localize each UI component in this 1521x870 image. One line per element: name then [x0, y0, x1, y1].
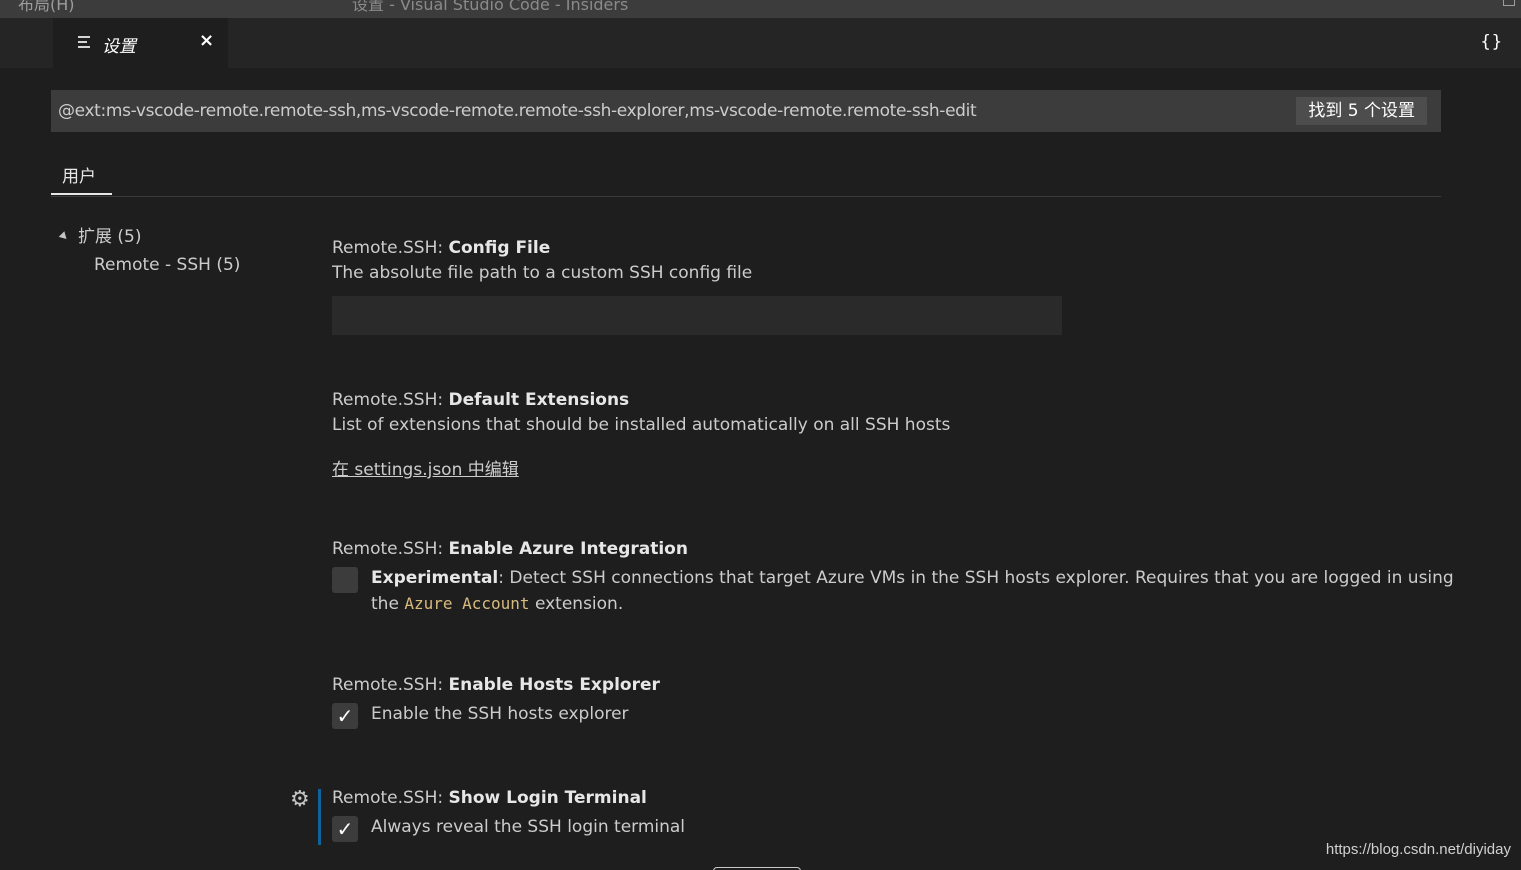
- toc-group-extensions[interactable]: 扩展 (5): [58, 222, 142, 247]
- description-text: : Detect SSH connections that target Azu…: [498, 568, 1454, 588]
- settings-editor-window: 布局(H) 设置 - Visual Studio Code - Insiders…: [0, 0, 1521, 870]
- setting-category: Remote.SSH:: [332, 788, 449, 808]
- setting-config-file: Remote.SSH: Config File The absolute fil…: [332, 238, 1062, 335]
- edit-in-settings-json-link[interactable]: 在 settings.json 中编辑: [332, 455, 950, 480]
- setting-title: Remote.SSH: Config File: [332, 238, 1062, 258]
- gear-icon[interactable]: ⚙: [290, 787, 310, 812]
- setting-description: The absolute file path to a custom SSH c…: [332, 263, 753, 283]
- hosts-explorer-checkbox[interactable]: ✓: [332, 703, 358, 729]
- azure-account-code: Azure Account: [404, 594, 530, 613]
- config-file-input[interactable]: [332, 296, 1062, 335]
- setting-name: Enable Hosts Explorer: [448, 675, 660, 695]
- search-query[interactable]: @ext:ms-vscode-remote.remote-ssh,ms-vsco…: [58, 101, 977, 121]
- close-icon[interactable]: ×: [199, 30, 214, 51]
- toc-item-count: (5): [216, 255, 241, 275]
- setting-title: Remote.SSH: Enable Hosts Explorer: [332, 675, 1032, 695]
- setting-category: Remote.SSH:: [332, 675, 449, 695]
- setting-category: Remote.SSH:: [332, 539, 449, 559]
- window-control-icon[interactable]: [1503, 0, 1515, 6]
- setting-name: Default Extensions: [448, 390, 630, 410]
- setting-default-extensions: Remote.SSH: Default Extensions List of e…: [332, 390, 950, 480]
- setting-show-login-terminal: Remote.SSH: Show Login Terminal ✓ Always…: [332, 788, 1032, 848]
- setting-title: Remote.SSH: Show Login Terminal: [332, 788, 1032, 808]
- toc-group-label: 扩展: [78, 227, 112, 247]
- setting-description-line2: the Azure Account extension.: [371, 594, 623, 614]
- setting-enable-azure-integration: Remote.SSH: Enable Azure Integration Exp…: [332, 539, 1454, 629]
- setting-description: Always reveal the SSH login terminal: [371, 817, 686, 837]
- modified-indicator: [318, 789, 321, 845]
- settings-list-icon: [78, 36, 90, 50]
- menu-layout[interactable]: 布局(H): [18, 0, 75, 15]
- toc-item-label: Remote - SSH: [94, 255, 211, 275]
- description-bold: Experimental: [371, 568, 499, 588]
- settings-scope-tabs: 用户: [51, 150, 1441, 197]
- tab-user-label: 用户: [62, 167, 96, 187]
- open-settings-json-icon[interactable]: {}: [1481, 32, 1503, 52]
- setting-description: Enable the SSH hosts explorer: [371, 704, 629, 724]
- setting-category: Remote.SSH:: [332, 390, 449, 410]
- tab-user[interactable]: 用户: [51, 150, 112, 195]
- tab-settings-label: 设置: [102, 37, 136, 57]
- setting-title: Remote.SSH: Enable Azure Integration: [332, 539, 1442, 559]
- login-terminal-checkbox[interactable]: ✓: [332, 816, 358, 842]
- setting-enable-hosts-explorer: Remote.SSH: Enable Hosts Explorer ✓ Enab…: [332, 675, 1032, 735]
- setting-description: List of extensions that should be instal…: [332, 415, 951, 435]
- watermark: https://blog.csdn.net/diyiday: [1325, 841, 1511, 858]
- setting-name: Enable Azure Integration: [448, 539, 688, 559]
- setting-name: Config File: [448, 238, 551, 258]
- search-result-count-badge: 找到 5 个设置: [1296, 97, 1427, 125]
- editor-tab-bar: 设置 × {}: [0, 18, 1521, 68]
- azure-integration-checkbox[interactable]: [332, 567, 358, 593]
- toc-item-remote-ssh[interactable]: Remote - SSH (5): [94, 255, 240, 275]
- settings-search-input[interactable]: @ext:ms-vscode-remote.remote-ssh,ms-vsco…: [51, 90, 1441, 132]
- chevron-down-icon[interactable]: [58, 231, 70, 242]
- description-text-post: extension.: [529, 594, 624, 614]
- setting-category: Remote.SSH:: [332, 238, 449, 258]
- setting-name: Show Login Terminal: [448, 788, 647, 808]
- description-text-pre: the: [371, 594, 405, 614]
- toc-group-count: (5): [117, 227, 142, 247]
- title-bar: 布局(H) 设置 - Visual Studio Code - Insiders: [0, 0, 1521, 18]
- setting-title: Remote.SSH: Default Extensions: [332, 390, 950, 410]
- tab-settings[interactable]: 设置 ×: [53, 18, 228, 68]
- setting-description: Experimental: Detect SSH connections tha…: [371, 568, 1454, 588]
- window-title: 设置 - Visual Studio Code - Insiders: [352, 0, 629, 14]
